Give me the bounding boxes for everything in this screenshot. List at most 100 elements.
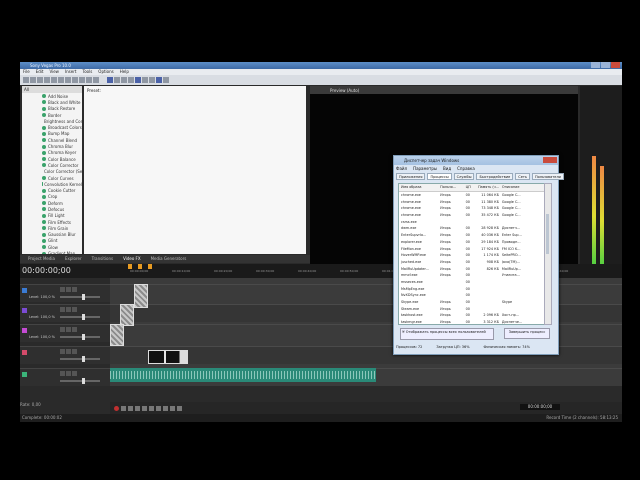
undo-icon[interactable]	[86, 77, 92, 83]
col-cpu[interactable]: ЦП	[466, 185, 474, 189]
task-manager-close-button[interactable]	[543, 157, 557, 163]
minimize-button[interactable]	[591, 62, 600, 68]
mute-icon[interactable]	[60, 327, 65, 332]
open-icon[interactable]	[30, 77, 36, 83]
track-level-slider[interactable]	[60, 358, 100, 360]
scroll-thumb[interactable]	[546, 214, 549, 254]
show-all-processes-button[interactable]: ⛨ Отображать процессы всех пользователей	[400, 328, 494, 340]
process-row[interactable]: csrss.exe	[399, 218, 545, 225]
video-clip-4[interactable]	[148, 350, 188, 364]
col-description[interactable]: Описание	[502, 185, 545, 189]
effects-root[interactable]: All	[22, 86, 82, 93]
track-header[interactable]	[20, 368, 110, 386]
track-header[interactable]: Level: 100,0 %	[20, 284, 110, 302]
track-level-slider[interactable]	[60, 316, 100, 318]
track-level-knob[interactable]	[82, 334, 85, 340]
tab-video-fx[interactable]: Video FX	[123, 255, 141, 263]
title-bar[interactable]: Sony Vegas Pro 10.0	[20, 62, 622, 69]
tm-tab-applications[interactable]: Приложения	[396, 173, 426, 180]
track-level-knob[interactable]	[82, 314, 85, 320]
go-to-start-icon[interactable]	[156, 405, 161, 411]
process-row[interactable]: chrome.exe Игорь 00 35 472 КБ Google C...	[399, 212, 545, 219]
tab-project-media[interactable]: Project Media	[28, 255, 55, 263]
fx-icon[interactable]	[72, 349, 77, 354]
zoom-tool-icon[interactable]	[128, 77, 134, 83]
process-row[interactable]: chrome.exe Игорь 00 11 064 КБ Google C...	[399, 192, 545, 199]
track-level-slider[interactable]	[60, 296, 100, 298]
effect-item[interactable]: Gradient Map	[22, 250, 82, 254]
fx-icon[interactable]	[72, 287, 77, 292]
maximize-button[interactable]	[601, 62, 610, 68]
mute-icon[interactable]	[60, 349, 65, 354]
solo-icon[interactable]	[66, 307, 71, 312]
process-row[interactable]: chrome.exe Игорь 00 11 380 КБ Google C...	[399, 198, 545, 205]
tm-tab-network[interactable]: Сеть	[515, 173, 530, 180]
track-level-knob[interactable]	[82, 294, 85, 300]
play-icon[interactable]	[135, 405, 140, 411]
tm-menu-file[interactable]: Файл	[396, 166, 407, 171]
tab-explorer[interactable]: Explorer	[65, 255, 82, 263]
process-row[interactable]: MsMpEng.exe 00	[399, 285, 545, 292]
ignore-grouping-icon[interactable]	[149, 77, 155, 83]
stop-icon[interactable]	[149, 405, 154, 411]
process-row[interactable]: taskhost.exe Игорь 00 2 096 КБ Хост-пр...	[399, 312, 545, 319]
process-row[interactable]: Steam.exe Игорь 00	[399, 305, 545, 312]
solo-icon[interactable]	[66, 349, 71, 354]
pause-icon[interactable]	[142, 405, 147, 411]
copy-icon[interactable]	[65, 77, 71, 83]
delete-icon[interactable]	[79, 77, 85, 83]
prev-frame-icon[interactable]	[170, 405, 175, 411]
process-list[interactable]: Имя образа Пользо... ЦП Память (ч... Опи…	[398, 183, 546, 325]
marker-3[interactable]	[148, 264, 152, 269]
tm-menu-help[interactable]: Справка	[457, 166, 475, 171]
process-row[interactable]: chrome.exe Игорь 00 73 348 КБ Google C...	[399, 205, 545, 212]
mute-icon[interactable]	[60, 307, 65, 312]
lock-envelopes-icon[interactable]	[142, 77, 148, 83]
fx-icon[interactable]	[72, 307, 77, 312]
go-to-end-icon[interactable]	[163, 405, 168, 411]
process-row[interactable]: HoverWMP.exe Игорь 00 1 174 КБ SeitePRO...	[399, 252, 545, 259]
process-row[interactable]: Skype.exe Игорь 00 Skype	[399, 299, 545, 306]
play-from-start-icon[interactable]	[128, 405, 133, 411]
next-frame-icon[interactable]	[177, 405, 182, 411]
fx-icon[interactable]	[72, 327, 77, 332]
process-row[interactable]: MailRuUpdater... Игорь 00 826 КБ MailRuUp...	[399, 265, 545, 272]
track-level-knob[interactable]	[82, 378, 85, 384]
process-row[interactable]: NvXDSync.exe 00	[399, 292, 545, 299]
preview-quality[interactable]: Preview (Auto)	[330, 88, 359, 93]
track-level-knob[interactable]	[82, 356, 85, 362]
tm-tab-processes[interactable]: Процессы	[427, 173, 452, 180]
snapping-icon[interactable]	[156, 77, 162, 83]
process-row[interactable]: EnterSupvrIo... Игорь 00 40 036 КБ Enter Sup…	[399, 232, 545, 239]
process-row[interactable]: msseces.exe 00	[399, 279, 545, 286]
col-image-name[interactable]: Имя образа	[399, 185, 440, 189]
tm-menu-options[interactable]: Параметры	[413, 166, 437, 171]
tm-tab-performance[interactable]: Быстродействие	[476, 173, 514, 180]
record-icon[interactable]	[114, 405, 119, 411]
tab-transitions[interactable]: Transitions	[92, 255, 113, 263]
track-header[interactable]	[20, 346, 110, 364]
tm-tab-services[interactable]: Службы	[453, 173, 475, 180]
render-icon[interactable]	[44, 77, 50, 83]
mute-icon[interactable]	[60, 371, 65, 376]
selection-tool-icon[interactable]	[121, 77, 127, 83]
video-clip-2[interactable]	[120, 304, 134, 326]
video-clip-1[interactable]	[134, 284, 148, 308]
save-icon[interactable]	[37, 77, 43, 83]
tab-media-generators[interactable]: Media Generators	[151, 255, 187, 263]
properties-icon[interactable]	[51, 77, 57, 83]
auto-ripple-icon[interactable]	[135, 77, 141, 83]
envelope-tool-icon[interactable]	[114, 77, 120, 83]
process-row[interactable]: mmcf.exe Игорь 00 Утилита...	[399, 272, 545, 279]
video-clip-3[interactable]	[110, 324, 124, 346]
process-row[interactable]: jusched.exe Игорь 00 908 КБ Java(TM)...	[399, 259, 545, 266]
tm-menu-view[interactable]: Вид	[443, 166, 451, 171]
solo-icon[interactable]	[66, 371, 71, 376]
solo-icon[interactable]	[66, 287, 71, 292]
task-manager-title-bar[interactable]: Диспетчер задач Windows	[394, 156, 558, 165]
tm-tab-users[interactable]: Пользователи	[531, 173, 564, 180]
col-user[interactable]: Пользо...	[440, 185, 465, 189]
mute-icon[interactable]	[60, 287, 65, 292]
end-process-button[interactable]: Завершить процесс	[504, 328, 550, 339]
process-row[interactable]: explorer.exe Игорь 00 29 184 КБ Проводн...	[399, 239, 545, 246]
